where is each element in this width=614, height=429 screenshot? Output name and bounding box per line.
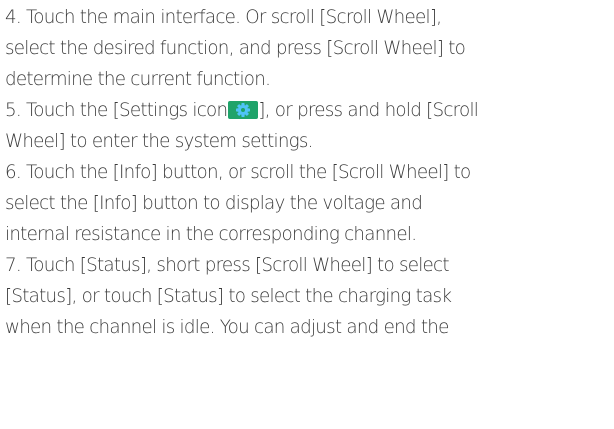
text-line-8: internal resistance in the corresponding…: [5, 224, 417, 245]
text-line-6: 6. Touch the [Info] button, or scroll th…: [5, 162, 471, 183]
settings-gear-icon: [228, 98, 259, 119]
text-line-5: Wheel] to enter the system settings.: [5, 131, 313, 152]
text-line-3: determine the current function.: [5, 69, 271, 90]
document-page: 4. Touch the main interface. Or scroll […: [0, 0, 614, 429]
text-line-1: 4. Touch the main interface. Or scroll […: [5, 7, 442, 28]
text-line-4-start: 5. Touch the [Settings icon: [5, 100, 228, 121]
text-line-11: when the channel is idle. You can adjust…: [5, 317, 449, 338]
text-line-9: 7. Touch [Status], short press [Scroll W…: [5, 255, 450, 276]
text-line-2: select the desired function, and press […: [5, 38, 466, 59]
text-line-10: [Status], or touch [Status] to select th…: [5, 286, 452, 307]
text-line-4: 5. Touch the [Settings icon ], or press …: [5, 95, 614, 126]
text-line-4-end: ], or press and hold [Scroll: [258, 100, 479, 121]
text-line-7: select the [Info] button to display the …: [5, 193, 423, 214]
